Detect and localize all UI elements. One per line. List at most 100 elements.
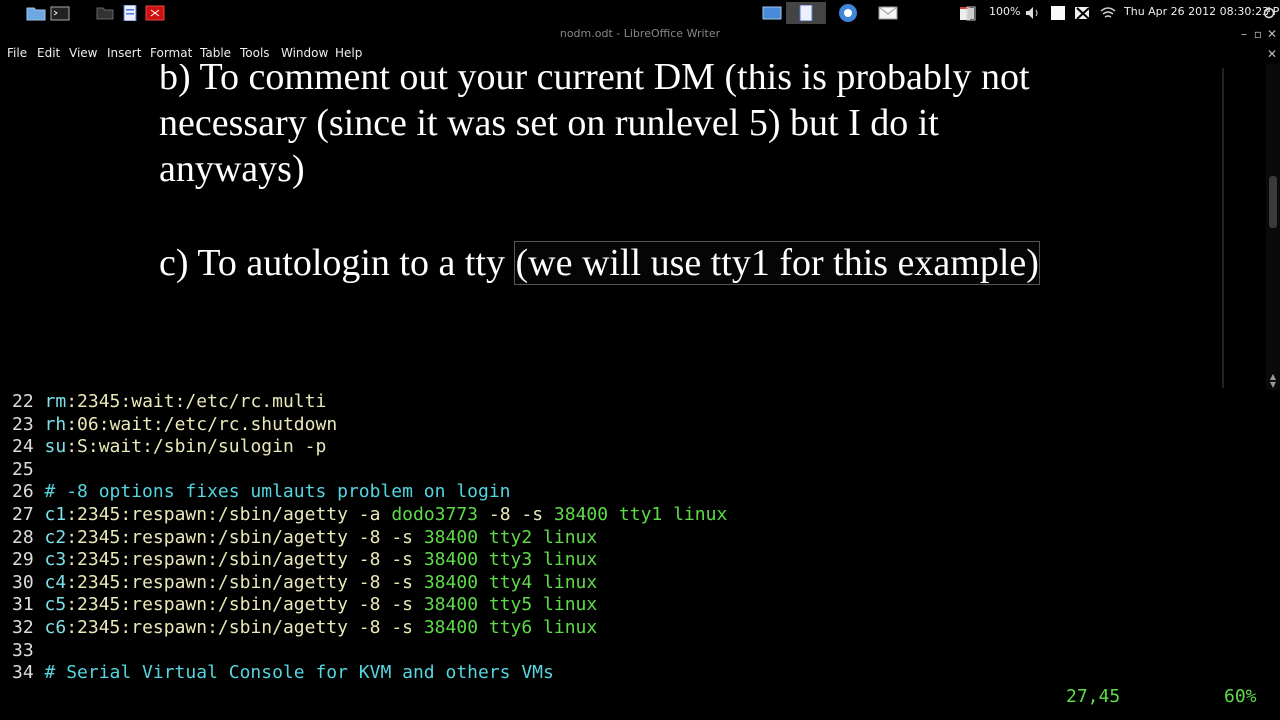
doc-line-anyways: anyways) [159,148,305,190]
code-segment: 38400 tty1 linux [553,504,728,525]
code-segment: :/sbin/agetty -8 -s [207,571,424,593]
window-title: nodm.odt - LibreOffice Writer [559,27,721,40]
vertical-scrollbar[interactable]: ▲ ▼ [1266,64,1280,390]
code-segment: su [44,436,67,458]
code-segment: 38400 tty3 linux [423,549,598,571]
code-segment: respawn [131,571,208,593]
doc-line-necessary: necessary (since it was set on runlevel … [159,102,939,144]
window-icon[interactable] [762,4,782,22]
code-segment: :/sbin/agetty -8 -s [207,549,424,571]
folder-icon[interactable] [26,4,46,22]
doc-line-b: b) To comment out your current DM (this … [159,64,1030,98]
menu-help[interactable]: Help [335,46,362,60]
code-segment: :/sbin/sulogin -p [142,436,327,458]
notes-icon[interactable] [1051,4,1065,22]
line-number: 24 [12,436,45,458]
code-segment: :06: [66,413,110,435]
code-segment: respawn [131,526,208,548]
terminal-line: 33 [12,640,45,662]
code-segment: :2345: [66,571,132,593]
menu-tools[interactable]: Tools [240,46,270,60]
code-segment: c6 [44,617,67,638]
browser-icon[interactable] [838,4,858,22]
menu-edit[interactable]: Edit [37,46,60,60]
code-segment: wait [131,391,175,412]
menu-table[interactable]: Table [200,46,231,60]
code-segment: :2345: [66,549,132,571]
menu-view[interactable]: View [69,46,97,60]
code-segment: wait [109,413,153,435]
code-segment: respawn [131,617,208,638]
code-segment: respawn [131,594,208,616]
code-segment: # Serial Virtual Console for KVM and oth… [44,662,554,684]
battery-percent: 100% [989,5,1021,18]
terminal-line: 23 rh:06:wait:/etc/rc.shutdown [12,414,337,436]
line-number: 25 [12,458,45,480]
close-icon[interactable]: ✕ [1264,26,1280,42]
document-icon[interactable] [786,2,826,24]
code-segment: c4 [44,571,67,593]
menu-bar: File Edit View Insert Format Table Tools… [0,44,1280,64]
terminal-line: 29 c3:2345:respawn:/sbin/agetty -8 -s 38… [12,549,597,571]
terminal[interactable]: 22 rm:2345:wait:/etc/rc.multi 23 rh:06:wa… [0,390,1280,720]
scroll-percent: 60% [1224,686,1257,707]
power-icon[interactable] [1263,4,1275,22]
code-segment: wait [98,436,143,458]
menu-insert[interactable]: Insert [107,46,141,60]
code-segment: :/sbin/agetty -8 -s [207,594,424,616]
scrollbar-thumb[interactable] [1269,176,1277,228]
terminal-line: 28 c2:2345:respawn:/sbin/agetty -8 -s 38… [12,527,597,549]
code-segment: -8 -s [478,504,554,525]
code-segment: :/sbin/agetty -8 -s [207,617,424,638]
code-segment: :S: [66,436,99,458]
code-segment: dodo3773 [391,504,479,525]
code-segment: :/sbin/agetty -a [207,504,392,525]
line-number: 30 [12,571,45,593]
battery-icon [966,4,976,22]
terminal-icon[interactable] [50,4,70,22]
code-segment: :2345: [66,526,132,548]
menu-window[interactable]: Window [281,46,328,60]
code-segment: :2345: [66,504,132,525]
document-canvas[interactable]: b) To comment out your current DM (this … [0,64,1280,390]
files-icon[interactable] [95,4,115,22]
selected-text[interactable]: (we will use tty1 for this example) [514,241,1040,285]
line-number: 27 [12,504,45,525]
window-title-bar: nodm.odt - LibreOffice Writer – ▫ ✕ [0,26,1280,44]
menu-file[interactable]: File [7,46,27,60]
line-number: 29 [12,549,45,571]
code-segment: c5 [44,594,67,616]
terminal-line: 25 [12,459,45,481]
page-edge [1222,68,1224,388]
pdf-icon[interactable] [145,4,165,22]
terminal-line: 22 rm:2345:wait:/etc/rc.multi [12,391,326,413]
line-number: 26 [12,481,45,503]
code-segment: 38400 tty6 linux [423,617,598,638]
code-segment: :2345: [66,391,132,412]
writer-icon[interactable] [120,4,140,22]
code-segment: rm [44,391,67,412]
terminal-line: 24 su:S:wait:/sbin/sulogin -p [12,436,326,458]
scroll-down-icon[interactable]: ▼ [1268,380,1278,389]
menu-format[interactable]: Format [150,46,192,60]
wifi-icon[interactable] [1100,4,1116,22]
terminal-line: 34 # Serial Virtual Console for KVM and … [12,662,554,684]
close-document-icon[interactable]: ✕ [1264,46,1280,62]
terminal-line: 27 c1:2345:respawn:/sbin/agetty -a dodo3… [12,504,727,526]
volume-icon[interactable] [1025,4,1041,22]
code-segment: 38400 tty5 linux [423,594,598,616]
line-number: 33 [12,639,45,661]
mail-icon[interactable] [878,4,898,22]
line-number: 34 [12,662,45,684]
clock[interactable]: Thu Apr 26 2012 08:30:23 PM [1124,5,1280,18]
code-segment: :2345: [66,594,132,616]
cursor-position: 27,45 [1066,686,1121,707]
terminal-line: 26 # -8 options fixes umlauts problem on… [12,481,511,503]
code-segment: :2345: [66,617,132,638]
code-segment: c2 [44,526,67,548]
code-segment: respawn [131,504,208,525]
doc-line-c: c) To autologin to a tty (we will use tt… [159,240,1040,286]
network-icon[interactable] [1073,4,1093,22]
code-segment: respawn [131,549,208,571]
code-segment: :/sbin/agetty -8 -s [207,526,424,548]
